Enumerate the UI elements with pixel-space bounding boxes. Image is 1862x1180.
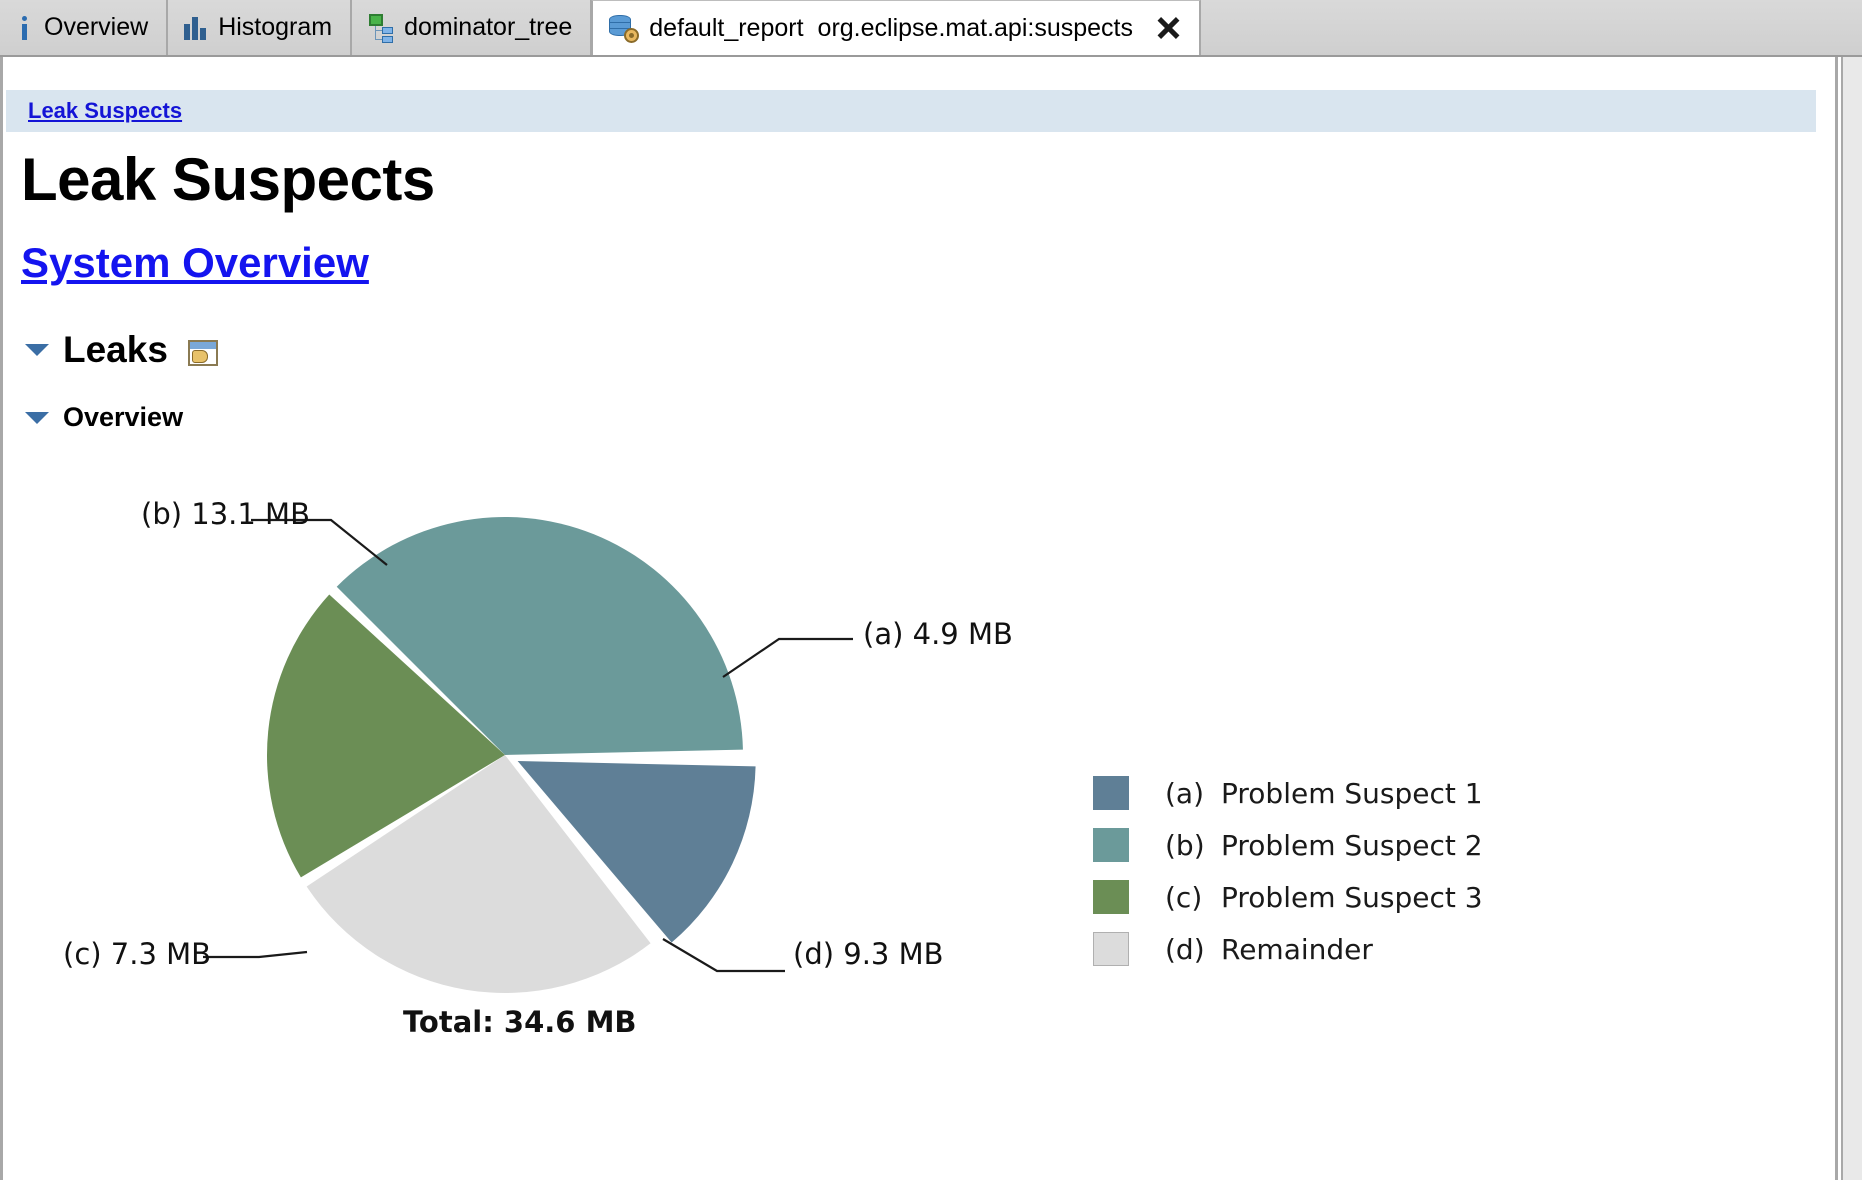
legend-item[interactable]: (a) Problem Suspect 1 <box>1093 767 1483 819</box>
tab-overview[interactable]: Overview <box>0 0 169 55</box>
legend-item[interactable]: (d) Remainder <box>1093 923 1483 975</box>
tab-dominator-tree[interactable]: dominator_tree <box>352 0 593 55</box>
pie-total-label: Total: 34.6 MB <box>403 1005 637 1039</box>
tab-default-report-sublabel: org.eclipse.mat.api:suspects <box>817 13 1133 42</box>
chevron-down-icon-leaks[interactable] <box>25 344 49 356</box>
info-icon <box>16 15 34 41</box>
tab-histogram-label: Histogram <box>218 13 333 41</box>
leader-line-d <box>662 938 785 973</box>
dominator-tree-icon <box>368 13 394 43</box>
report-icon <box>609 13 640 43</box>
legend-swatch-b <box>1093 828 1129 862</box>
leader-line-c <box>203 950 308 959</box>
leak-suspects-pie-chart: (b) 13.1 MB (a) 4.9 MB (c) 7.3 MB (d) 9.… <box>63 487 1763 1147</box>
section-overview: Overview <box>25 402 183 433</box>
tab-default-report-label: default_report <box>649 13 804 42</box>
pie-label-d: (d) 9.3 MB <box>793 937 944 971</box>
tab-overview-label: Overview <box>44 13 149 41</box>
legend-swatch-a <box>1093 776 1129 810</box>
pie-label-a: (a) 4.9 MB <box>863 617 1013 651</box>
tab-default-report[interactable]: default_report org.eclipse.mat.api:suspe… <box>591 0 1201 55</box>
legend-key-a: (a) <box>1165 776 1205 810</box>
pie-label-c: (c) 7.3 MB <box>63 937 212 971</box>
pie-slices <box>267 517 756 993</box>
legend-swatch-d <box>1093 932 1129 966</box>
open-window-icon[interactable] <box>187 340 218 366</box>
tab-histogram[interactable]: Histogram <box>168 0 353 55</box>
pie-chart-svg <box>203 517 853 993</box>
leader-line-a <box>722 637 853 678</box>
section-leaks-label: Leaks <box>63 329 168 370</box>
tab-dominator-tree-label: dominator_tree <box>404 13 573 41</box>
legend-label-c: Problem Suspect 3 <box>1221 880 1483 914</box>
legend-item[interactable]: (c) Problem Suspect 3 <box>1093 871 1483 923</box>
legend-item[interactable]: (b) Problem Suspect 2 <box>1093 819 1483 871</box>
vertical-scrollbar[interactable] <box>1841 57 1862 1180</box>
chevron-down-icon-overview[interactable] <box>25 411 49 424</box>
page-title: Leak Suspects <box>21 146 435 213</box>
breadcrumb-link-leak-suspects[interactable]: Leak Suspects <box>28 98 182 124</box>
histogram-icon <box>184 16 208 40</box>
legend-label-a: Problem Suspect 1 <box>1221 776 1483 810</box>
editor-tab-bar: Overview Histogram dominator_tree defaul… <box>0 0 1862 57</box>
legend-label-b: Problem Suspect 2 <box>1221 828 1483 862</box>
legend-key-b: (b) <box>1165 828 1205 862</box>
section-leaks: Leaks <box>25 329 218 371</box>
legend-key-c: (c) <box>1165 880 1203 914</box>
section-overview-label: Overview <box>63 402 184 432</box>
chart-legend: (a) Problem Suspect 1 (b) Problem Suspect … <box>1093 767 1483 975</box>
legend-key-d: (d) <box>1165 932 1205 966</box>
close-icon[interactable] <box>1155 15 1181 41</box>
system-overview-link[interactable]: System Overview <box>21 239 369 287</box>
legend-swatch-c <box>1093 880 1129 914</box>
pie-label-b: (b) 13.1 MB <box>141 497 310 531</box>
legend-label-d: Remainder <box>1221 932 1373 966</box>
breadcrumb: Leak Suspects <box>6 90 1816 132</box>
report-content-pane: Leak Suspects Leak Suspects System Overv… <box>0 57 1838 1180</box>
